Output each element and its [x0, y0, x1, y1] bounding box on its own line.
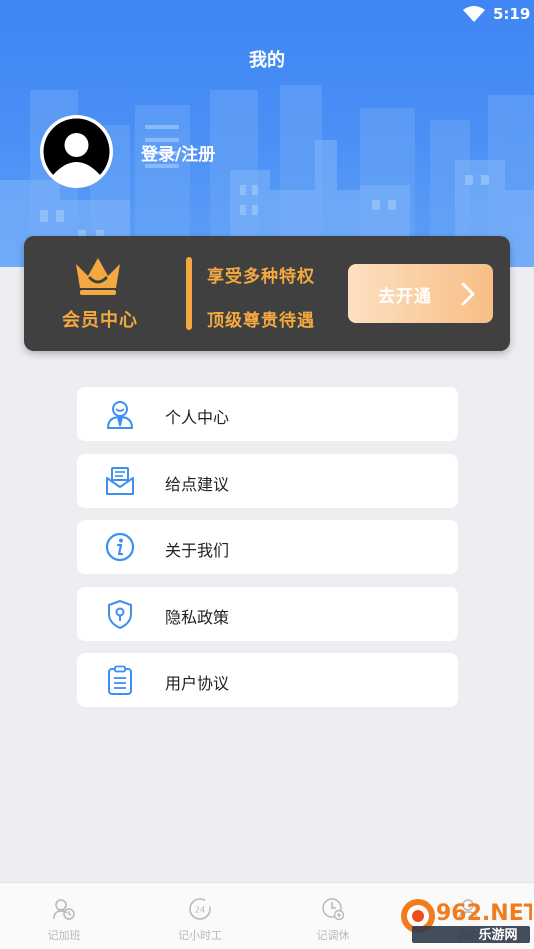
- tab-label: 记小时工: [178, 929, 222, 942]
- menu-item-label: 隐私政策: [165, 608, 230, 627]
- profile-header: 5:19 我的 登录/注册: [0, 0, 534, 267]
- menu-item-personal-center[interactable]: 个人中心: [77, 387, 458, 441]
- menu-item-about-us[interactable]: 关于我们: [77, 520, 458, 574]
- tab-overtime[interactable]: 记加班: [14, 883, 114, 949]
- menu-item-label: 给点建议: [165, 475, 230, 494]
- page-title: 我的: [249, 50, 285, 71]
- person-icon: [106, 401, 134, 429]
- chevron-right-icon: [461, 282, 475, 306]
- vip-center-title: 会员中心: [62, 310, 138, 331]
- menu-item-label: 个人中心: [165, 408, 230, 427]
- user-avatar-icon[interactable]: [40, 115, 113, 188]
- site-watermark-logo: 962.NET 乐游网: [398, 896, 534, 944]
- leave-icon: [322, 898, 345, 921]
- menu-item-feedback[interactable]: 给点建议: [77, 454, 458, 508]
- shield-icon: [108, 600, 132, 629]
- wifi-icon: [463, 6, 485, 22]
- overtime-icon: [53, 899, 75, 920]
- vip-card: 会员中心 享受多种特权 顶级尊贵待遇 去开通: [24, 236, 510, 351]
- tab-label: 记调休: [316, 929, 350, 942]
- menu-item-privacy-policy[interactable]: 隐私政策: [77, 587, 458, 641]
- hourly-icon: 24: [189, 898, 211, 920]
- info-icon: [105, 532, 135, 562]
- tab-leave[interactable]: 记调休: [283, 883, 383, 949]
- tab-label: 记加班: [47, 929, 81, 942]
- vip-benefit-2: 顶级尊贵待遇: [207, 311, 315, 331]
- open-vip-button[interactable]: 去开通: [348, 264, 493, 323]
- status-bar: 5:19: [0, 0, 534, 30]
- tab-hourly[interactable]: 24 记小时工: [150, 883, 250, 949]
- mail-icon: [106, 467, 134, 495]
- menu-item-user-agreement[interactable]: 用户协议: [77, 653, 458, 707]
- menu-item-label: 关于我们: [165, 541, 230, 560]
- svg-text:24: 24: [195, 906, 205, 915]
- login-register-link[interactable]: 登录/注册: [141, 140, 215, 165]
- watermark-bottom-text: 乐游网: [478, 927, 517, 943]
- status-time: 5:19: [493, 5, 531, 23]
- menu-item-label: 用户协议: [165, 674, 230, 693]
- vip-benefit-1: 享受多种特权: [207, 267, 315, 287]
- clipboard-icon: [108, 665, 132, 695]
- vip-divider: [186, 257, 192, 330]
- crown-icon: [76, 258, 120, 295]
- open-vip-button-label: 去开通: [378, 287, 432, 307]
- watermark-top-text: 962.NET: [436, 901, 532, 926]
